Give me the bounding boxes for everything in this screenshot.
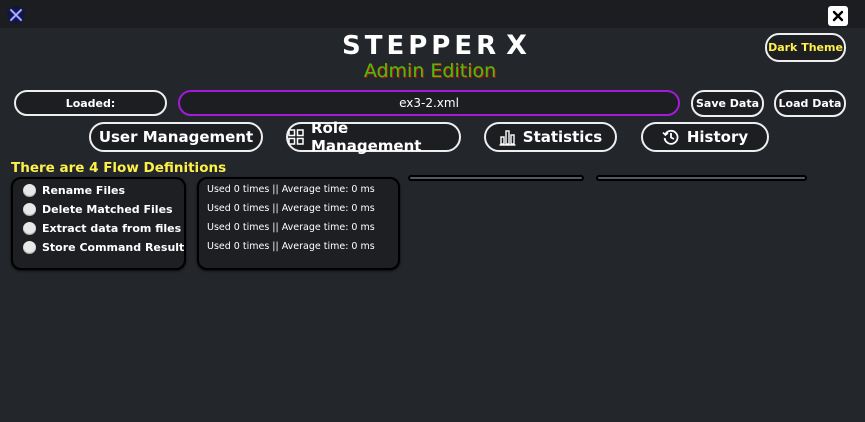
empty-detail-panel [596,175,807,181]
statistics-button[interactable]: Statistics [484,122,617,152]
radio-button[interactable] [23,202,36,216]
history-button[interactable]: History [641,122,769,152]
flow-stats-line: Used 0 times || Average time: 0 ms [207,184,375,195]
save-data-button[interactable]: Save Data [691,90,764,117]
title-bar [0,0,865,28]
flow-stats-line: Used 0 times || Average time: 0 ms [207,222,375,233]
user-management-button[interactable]: User Management [89,122,263,152]
brand-header: STEPPER X [334,30,527,61]
grid-icon [288,129,304,145]
flow-name: Delete Matched Files [42,202,173,216]
edition-label: Admin Edition [363,60,497,82]
role-management-label: Role Management [311,119,422,155]
flow-stats-line: Used 0 times || Average time: 0 ms [207,203,375,214]
flow-count-heading: There are 4 Flow Definitions [11,160,227,176]
app-title: STEPPER [342,31,501,61]
loaded-file-field: ex3-2.xml [178,90,680,116]
flow-stats-line: Used 0 times || Average time: 0 ms [207,241,375,252]
radio-button[interactable] [23,183,36,197]
statistics-label: Statistics [522,128,603,146]
flow-radio-store-command-result[interactable]: Store Command Result [23,239,184,255]
flow-list-panel: Rename Files Delete Matched Files Extrac… [11,177,186,270]
app-title-x: X [506,30,527,61]
radio-button[interactable] [23,240,36,254]
role-management-button[interactable]: Role Management [286,119,461,155]
user-management-label: User Management [98,128,254,146]
load-data-button[interactable]: Load Data [774,90,846,117]
flow-radio-extract-data[interactable]: Extract data from files [23,220,181,236]
history-label: History [686,128,749,146]
history-icon [662,128,680,146]
empty-detail-panel [408,175,584,181]
radio-button[interactable] [23,221,36,235]
app-window: STEPPER X Admin Edition Dark Theme Loade… [0,0,865,422]
close-button[interactable] [828,6,848,26]
flow-name: Store Command Result [42,240,185,254]
flow-name: Extract data from files [42,221,182,235]
app-logo-icon [7,6,25,24]
close-icon [832,10,844,22]
flow-radio-delete-matched-files[interactable]: Delete Matched Files [23,201,173,217]
flow-name: Rename Files [42,183,125,197]
loaded-label: Loaded: [14,90,167,116]
bar-chart-icon [499,129,516,146]
flow-stats-panel: Used 0 times || Average time: 0 ms Used … [197,177,400,270]
theme-toggle-button[interactable]: Dark Theme [765,33,846,62]
flow-radio-rename-files[interactable]: Rename Files [23,182,125,198]
